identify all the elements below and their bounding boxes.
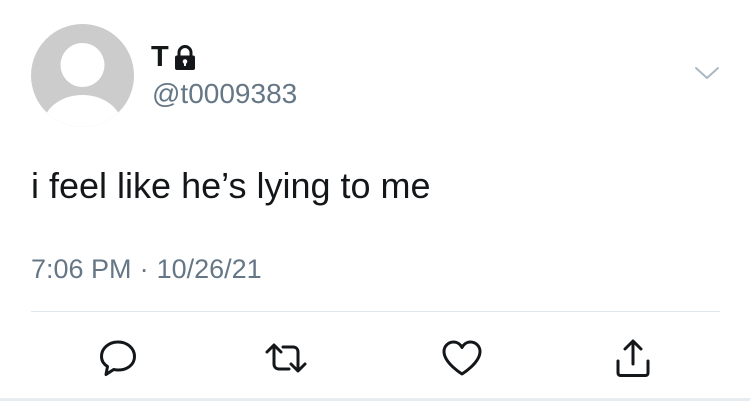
tweet-time: 7:06 PM <box>31 254 132 284</box>
retweet-button[interactable] <box>264 336 308 380</box>
avatar[interactable] <box>31 24 134 127</box>
tweet-timestamp: 7:06 PM · 10/26/21 <box>31 252 262 286</box>
divider <box>31 311 720 312</box>
heart-icon <box>442 340 482 376</box>
reply-button[interactable] <box>96 336 140 380</box>
like-button[interactable] <box>440 336 484 380</box>
share-button[interactable] <box>611 336 655 380</box>
default-avatar-icon <box>42 43 123 127</box>
chevron-down-icon[interactable] <box>694 64 720 82</box>
user-handle[interactable]: @t0009383 <box>152 77 297 111</box>
tweet-text: i feel like he’s lying to me <box>31 165 431 206</box>
comment-icon <box>100 340 136 376</box>
share-icon <box>616 339 650 377</box>
lock-icon <box>173 45 197 71</box>
tweet-date: 10/26/21 <box>156 254 262 284</box>
display-name[interactable]: T <box>151 40 169 74</box>
retweet-icon <box>265 343 307 373</box>
meta-separator: · <box>139 254 149 284</box>
display-name-row: T <box>151 40 197 74</box>
